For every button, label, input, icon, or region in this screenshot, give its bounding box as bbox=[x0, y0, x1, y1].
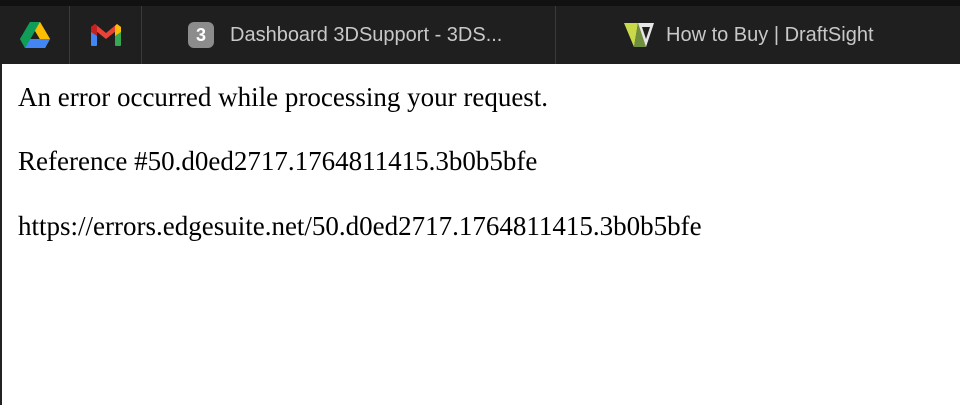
tab-dashboard-3dsupport[interactable]: 3 Dashboard 3DSupport - 3DS... bbox=[142, 6, 556, 64]
tab-title: Dashboard 3DSupport - 3DS... bbox=[230, 23, 503, 46]
browser-tab-bar: 3 Dashboard 3DSupport - 3DS... How to Bu… bbox=[0, 0, 960, 64]
gmail-icon bbox=[90, 24, 121, 46]
tab-title: How to Buy | DraftSight bbox=[666, 23, 874, 46]
error-message: An error occurred while processing your … bbox=[18, 82, 549, 112]
tab-favicon-3: 3 bbox=[188, 22, 214, 48]
error-page-content: An error occurred while processing your … bbox=[0, 64, 960, 405]
pinned-tab-gmail[interactable] bbox=[70, 6, 142, 64]
google-drive-icon bbox=[19, 22, 50, 48]
pinned-tab-google-drive[interactable] bbox=[0, 6, 70, 64]
draftsight-icon bbox=[624, 23, 654, 47]
tab-how-to-buy-draftsight[interactable]: How to Buy | DraftSight bbox=[556, 6, 960, 64]
error-url: https://errors.edgesuite.net/50.d0ed2717… bbox=[18, 211, 702, 241]
error-reference: Reference #50.d0ed2717.1764811415.3b0b5b… bbox=[18, 146, 538, 176]
